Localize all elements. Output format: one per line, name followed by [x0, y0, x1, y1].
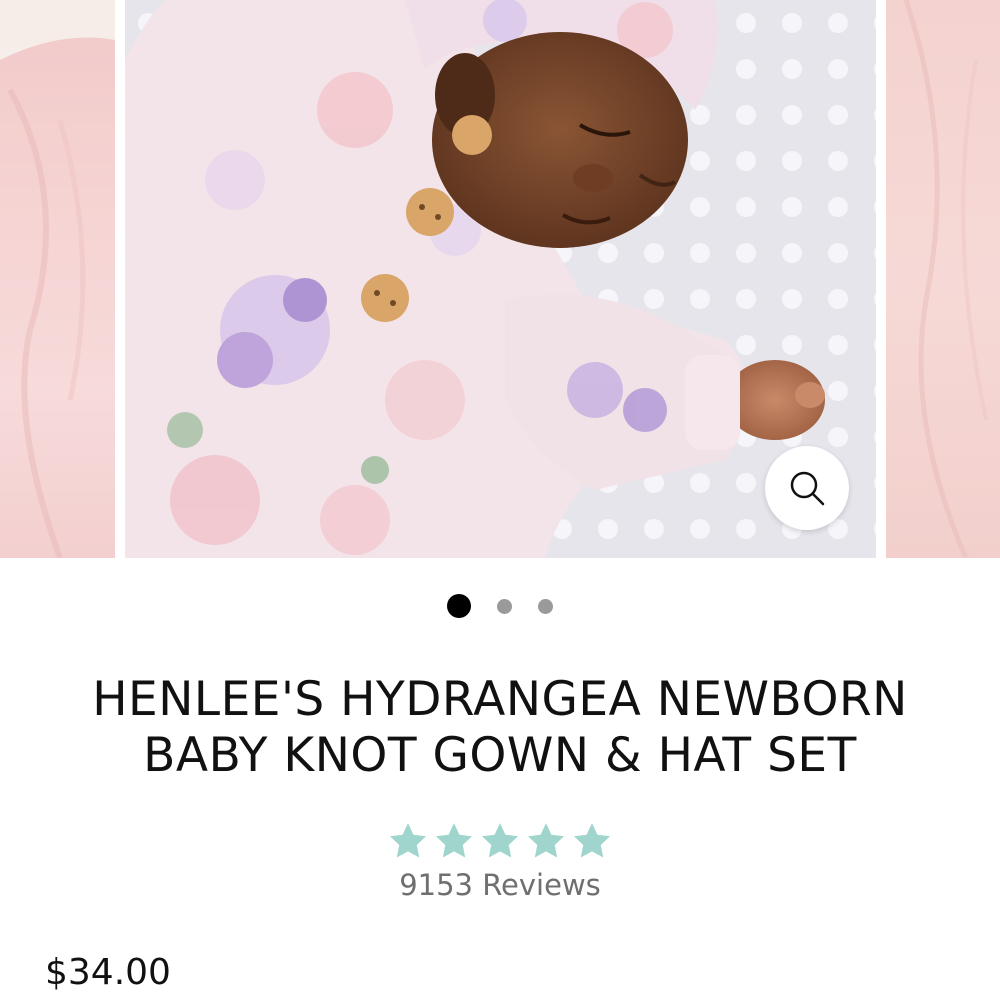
pagination-dot[interactable]: [497, 599, 512, 614]
carousel-pagination: [0, 594, 1000, 618]
reviews-count-link[interactable]: 9153 Reviews: [0, 868, 1000, 902]
previous-slide-image[interactable]: [0, 0, 115, 558]
search-icon: [790, 471, 825, 506]
product-image-carousel[interactable]: [0, 0, 1000, 558]
main-product-image[interactable]: [125, 0, 876, 558]
product-title-line: BABY KNOT GOWN & HAT SET: [143, 728, 857, 783]
pagination-dot-active[interactable]: [447, 594, 471, 618]
next-slide-image[interactable]: [886, 0, 1000, 558]
zoom-button[interactable]: [765, 446, 849, 530]
star-rating[interactable]: [0, 820, 1000, 866]
product-price: $34.00: [45, 952, 171, 993]
product-photo: [125, 0, 876, 558]
star-icon: [435, 823, 473, 858]
star-icon: [481, 823, 519, 858]
star-icon: [527, 823, 565, 858]
product-title-line: HENLEE'S HYDRANGEA NEWBORN: [92, 672, 908, 727]
star-icon: [573, 823, 611, 858]
pagination-dot[interactable]: [538, 599, 553, 614]
star-icon: [389, 823, 427, 858]
stars-row: [387, 820, 613, 862]
product-title: HENLEE'S HYDRANGEA NEWBORN BABY KNOT GOW…: [40, 672, 960, 784]
